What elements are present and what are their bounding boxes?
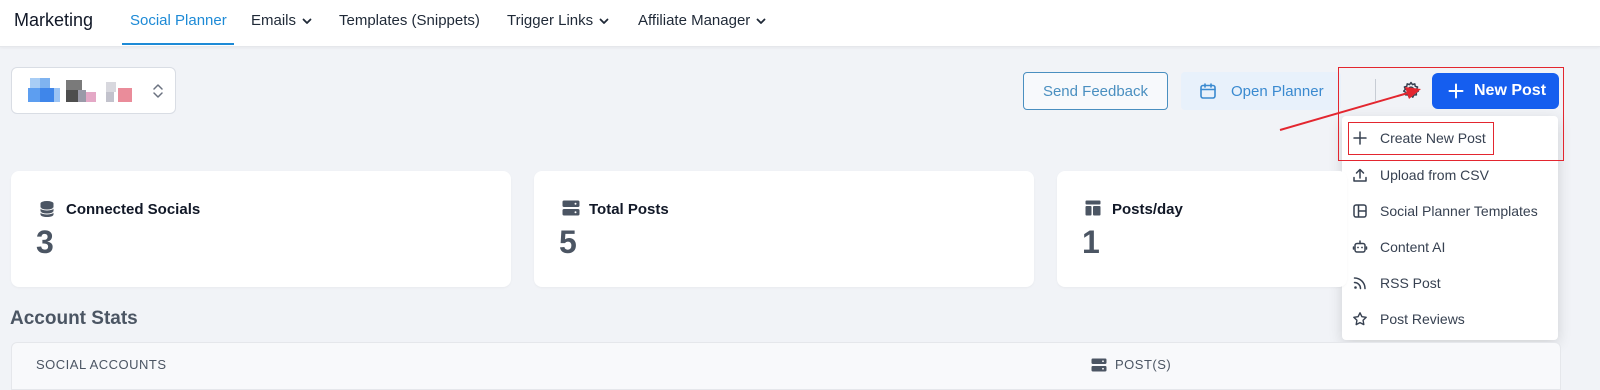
menu-item-label: Social Planner Templates	[1380, 203, 1538, 219]
pixelated-avatar	[26, 76, 62, 106]
stat-title: Connected Socials	[66, 201, 201, 218]
server-icon	[1091, 358, 1107, 371]
calendar-icon	[1200, 83, 1216, 99]
robot-icon	[1352, 240, 1368, 253]
column-header-label: SOCIAL ACCOUNTS	[36, 357, 167, 372]
column-header-social-accounts[interactable]: SOCIAL ACCOUNTS	[36, 357, 167, 372]
template-icon	[1353, 204, 1367, 218]
menu-item-label: Content AI	[1380, 239, 1446, 255]
active-tab-indicator	[122, 43, 234, 45]
menu-item-post-reviews[interactable]: Post Reviews	[1342, 302, 1558, 336]
chevron-down-icon	[599, 18, 609, 24]
stat-card-posts-per-day: Posts/day 1	[1057, 171, 1347, 287]
column-header-posts[interactable]: POST(S)	[1091, 357, 1171, 372]
menu-item-upload-csv[interactable]: Upload from CSV	[1342, 158, 1558, 192]
menu-item-label: RSS Post	[1380, 275, 1441, 291]
column-header-label: POST(S)	[1115, 357, 1172, 372]
stat-card-connected-socials: Connected Socials 3	[11, 171, 511, 287]
chevron-down-icon	[756, 18, 766, 24]
open-planner-label: Open Planner	[1231, 82, 1324, 100]
menu-item-rss-post[interactable]: RSS Post	[1342, 266, 1558, 300]
tab-label: Affiliate Manager	[638, 12, 751, 29]
open-planner-button[interactable]: Open Planner	[1181, 72, 1341, 110]
account-selector[interactable]	[11, 67, 176, 114]
tab-templates[interactable]: Templates (Snippets)	[339, 12, 480, 29]
tab-trigger-links[interactable]: Trigger Links	[507, 12, 609, 29]
chevron-down-icon	[302, 18, 312, 24]
menu-item-content-ai[interactable]: Content AI	[1342, 230, 1558, 264]
tab-social-planner[interactable]: Social Planner	[130, 12, 227, 29]
server-icon	[562, 200, 580, 216]
tab-label: Emails	[251, 12, 297, 29]
stat-title: Posts/day	[1112, 201, 1183, 218]
brand-title: Marketing	[14, 10, 94, 30]
stat-value: 5	[559, 224, 577, 260]
tab-label: Trigger Links	[507, 12, 594, 29]
menu-item-label: Post Reviews	[1380, 311, 1465, 327]
account-stats-title: Account Stats	[10, 308, 138, 329]
rss-icon	[1353, 277, 1366, 290]
top-navigation: Marketing Social Planner Emails Template…	[0, 0, 1600, 47]
star-icon	[1353, 312, 1367, 326]
tab-label: Templates (Snippets)	[339, 12, 480, 29]
send-feedback-button[interactable]: Send Feedback	[1023, 72, 1168, 110]
menu-item-label: Upload from CSV	[1380, 167, 1489, 183]
tab-label: Social Planner	[130, 12, 227, 29]
sort-arrows-icon	[153, 84, 163, 98]
tab-emails[interactable]: Emails	[251, 12, 312, 29]
layout-icon	[1085, 200, 1101, 216]
database-icon	[40, 201, 54, 217]
stat-title: Total Posts	[589, 201, 669, 218]
stat-value: 1	[1082, 224, 1100, 260]
stat-value: 3	[36, 224, 54, 260]
tab-affiliate-manager[interactable]: Affiliate Manager	[638, 12, 766, 29]
pixelated-account-name	[66, 78, 136, 106]
account-stats-table-header: SOCIAL ACCOUNTS POST(S)	[11, 342, 1561, 390]
upload-icon	[1353, 168, 1367, 182]
stat-card-total-posts: Total Posts 5	[534, 171, 1034, 287]
menu-item-social-planner-templates[interactable]: Social Planner Templates	[1342, 194, 1558, 228]
highlight-box-create-new-post	[1348, 122, 1494, 155]
